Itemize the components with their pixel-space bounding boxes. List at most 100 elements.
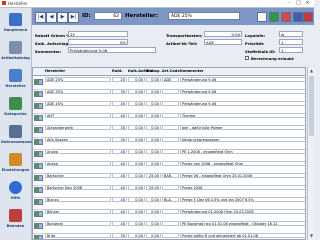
rabatt-field[interactable]: 25: [68, 31, 128, 37]
cell-rabatt[interactable]: 40: [112, 197, 127, 202]
cell-hersteller[interactable]: Apexa: [45, 161, 111, 166]
cell-hersteller[interactable]: Brita: [45, 233, 111, 238]
cell-transport[interactable]: 0,00: [146, 161, 161, 166]
cell-transport[interactable]: 0,00: [146, 209, 161, 214]
cell-rabatt[interactable]: 30: [112, 233, 127, 238]
id-field[interactable]: 62: [94, 12, 122, 20]
cell-transport[interactable]: 0,00: [146, 149, 161, 154]
cell-artcode[interactable]: BAR-: [162, 173, 179, 178]
row-open-icon[interactable]: [38, 79, 43, 85]
cell-artcode[interactable]: [162, 89, 179, 94]
cell-rabatt[interactable]: 30: [112, 137, 127, 142]
row-open-icon[interactable]: [38, 91, 43, 97]
cell-kommentar[interactable]: Preise 06 - eingepflegt Ohm 25.01.2006: [180, 173, 305, 178]
cell-kalk[interactable]: 0,00: [128, 197, 145, 202]
sidebar-item-datenaustausch[interactable]: Datenaustausch: [1, 122, 34, 148]
cell-transport[interactable]: 0,00: [146, 197, 161, 202]
cell-transport[interactable]: 0,00: [146, 137, 161, 142]
save-icon[interactable]: [293, 12, 303, 22]
cell-kommentar[interactable]: Preise gültig R und aktualisiert ab 01.0…: [180, 233, 305, 238]
last-record-button[interactable]: ▶|: [68, 12, 79, 23]
hersteller-field[interactable]: ADE 25%: [168, 12, 240, 20]
cell-kommentar[interactable]: Preisänderung 01-2008 Ohm 20.03.2008: [180, 209, 305, 214]
row-open-icon[interactable]: [38, 187, 43, 193]
cell-hersteller[interactable]: Bartscher Neu 2008: [45, 185, 111, 190]
cell-hersteller[interactable]: ADE 25%: [45, 77, 111, 82]
cell-hersteller[interactable]: Bartscher: [45, 173, 111, 178]
cell-artcode[interactable]: [162, 221, 179, 226]
cell-kommentar[interactable]: PE 1-2008 - eingepflegt Ohm: [180, 149, 305, 154]
cell-kommentar[interactable]: Neubruchpreisprozen: [180, 137, 305, 142]
cell-hersteller[interactable]: Bonamat: [45, 221, 111, 226]
close-button[interactable]: ×: [303, 0, 312, 6]
new-document-icon[interactable]: [257, 12, 267, 22]
berechnung-checkbox[interactable]: [245, 56, 249, 60]
cell-transport[interactable]: 25,00: [146, 185, 161, 190]
cell-hersteller[interactable]: Anona: [45, 149, 111, 154]
cell-hersteller[interactable]: ADE 35%: [45, 89, 111, 94]
row-open-icon[interactable]: [38, 175, 43, 181]
cell-artcode[interactable]: [162, 137, 179, 142]
transport-field[interactable]: 0,00: [204, 31, 242, 37]
cell-kommentar[interactable]: Preisänderung 9-06: [180, 101, 305, 106]
cell-artcode[interactable]: [162, 161, 179, 166]
cell-kalk[interactable]: 0,00: [128, 221, 145, 226]
cell-artcode[interactable]: BLA-: [162, 197, 179, 202]
cell-rabatt[interactable]: 30: [112, 125, 127, 130]
scroll-up-icon[interactable]: ▲: [309, 68, 314, 74]
cell-hersteller[interactable]: AHT: [45, 113, 111, 118]
delete-icon[interactable]: [281, 12, 291, 22]
row-open-icon[interactable]: [38, 127, 43, 133]
cell-kalk[interactable]: 0,00: [128, 113, 145, 118]
cell-kalk[interactable]: 0,00: [128, 77, 145, 82]
cell-kalk[interactable]: 0,00: [128, 89, 145, 94]
cell-hersteller[interactable]: ADE 45%: [45, 101, 111, 106]
cell-artcode[interactable]: [162, 149, 179, 154]
row-open-icon[interactable]: [38, 211, 43, 217]
row-open-icon[interactable]: [38, 223, 43, 229]
cell-transport[interactable]: 0,00: [146, 125, 161, 130]
cell-kalk[interactable]: 0,00: [128, 137, 145, 142]
cell-rabatt[interactable]: 40: [112, 209, 127, 214]
cell-hersteller[interactable]: Alfa Shaeen: [45, 137, 111, 142]
cell-transport[interactable]: 0,00: [146, 101, 161, 106]
vertical-scrollbar[interactable]: ▲ ▼: [307, 67, 315, 240]
first-record-button[interactable]: |◀: [35, 12, 46, 23]
cell-artcode[interactable]: [162, 101, 179, 106]
cell-rabatt[interactable]: 40: [112, 149, 127, 154]
cell-hersteller[interactable]: Alexanderwerk: [45, 125, 111, 130]
cell-kalk[interactable]: 0,00: [128, 149, 145, 154]
cell-kalk[interactable]: 0,00: [128, 161, 145, 166]
add-icon[interactable]: [269, 12, 279, 22]
row-open-icon[interactable]: [38, 163, 43, 169]
cell-kalk[interactable]: 0,00: [128, 185, 145, 190]
row-open-icon[interactable]: [38, 115, 43, 121]
cell-transport[interactable]: 0,00: [146, 233, 161, 238]
cell-rabatt[interactable]: 35: [112, 89, 127, 94]
cell-artcode[interactable]: [162, 233, 179, 238]
cell-rabatt[interactable]: 40: [112, 113, 127, 118]
cell-rabatt[interactable]: 45: [112, 101, 127, 106]
cell-hersteller[interactable]: Blanco: [45, 197, 111, 202]
cell-artcode[interactable]: [162, 125, 179, 130]
row-open-icon[interactable]: [38, 139, 43, 145]
sidebar-item-kategorien[interactable]: Kategorien: [1, 94, 30, 120]
kommentar-field[interactable]: Preisänderung 9-06: [68, 47, 156, 53]
cell-hersteller[interactable]: Böhner: [45, 209, 111, 214]
cell-rabatt[interactable]: 40: [112, 173, 127, 178]
cell-kalk[interactable]: 0,00: [128, 101, 145, 106]
row-open-icon[interactable]: [38, 151, 43, 157]
cell-kommentar[interactable]: PE Bonamat neu 01.01.08 eingepflegt - Ok…: [180, 221, 305, 226]
artikelnr-field[interactable]: ADE: [204, 39, 242, 45]
cell-kalk[interactable]: 0,00: [128, 209, 145, 214]
sidebar-item-hersteller[interactable]: Hersteller: [1, 66, 30, 92]
table-row[interactable]: Brita 30 0,00 0,00 Preise gültig R und aktua…: [33, 232, 305, 239]
prioritaet-field[interactable]: 1: [279, 39, 303, 45]
cell-kommentar[interactable]: Preise F. Dez 06 4,5% und Jan 2007 6,5%: [180, 197, 305, 202]
scrollbar-thumb[interactable]: [309, 76, 314, 136]
sidebar-item-hauptmenue[interactable]: Hauptmenü: [1, 10, 30, 36]
cell-artcode[interactable]: [162, 113, 179, 118]
cell-kalk[interactable]: 0,00: [128, 125, 145, 130]
next-record-button[interactable]: ▶: [57, 12, 68, 23]
cell-kalk[interactable]: 0,00: [128, 173, 145, 178]
